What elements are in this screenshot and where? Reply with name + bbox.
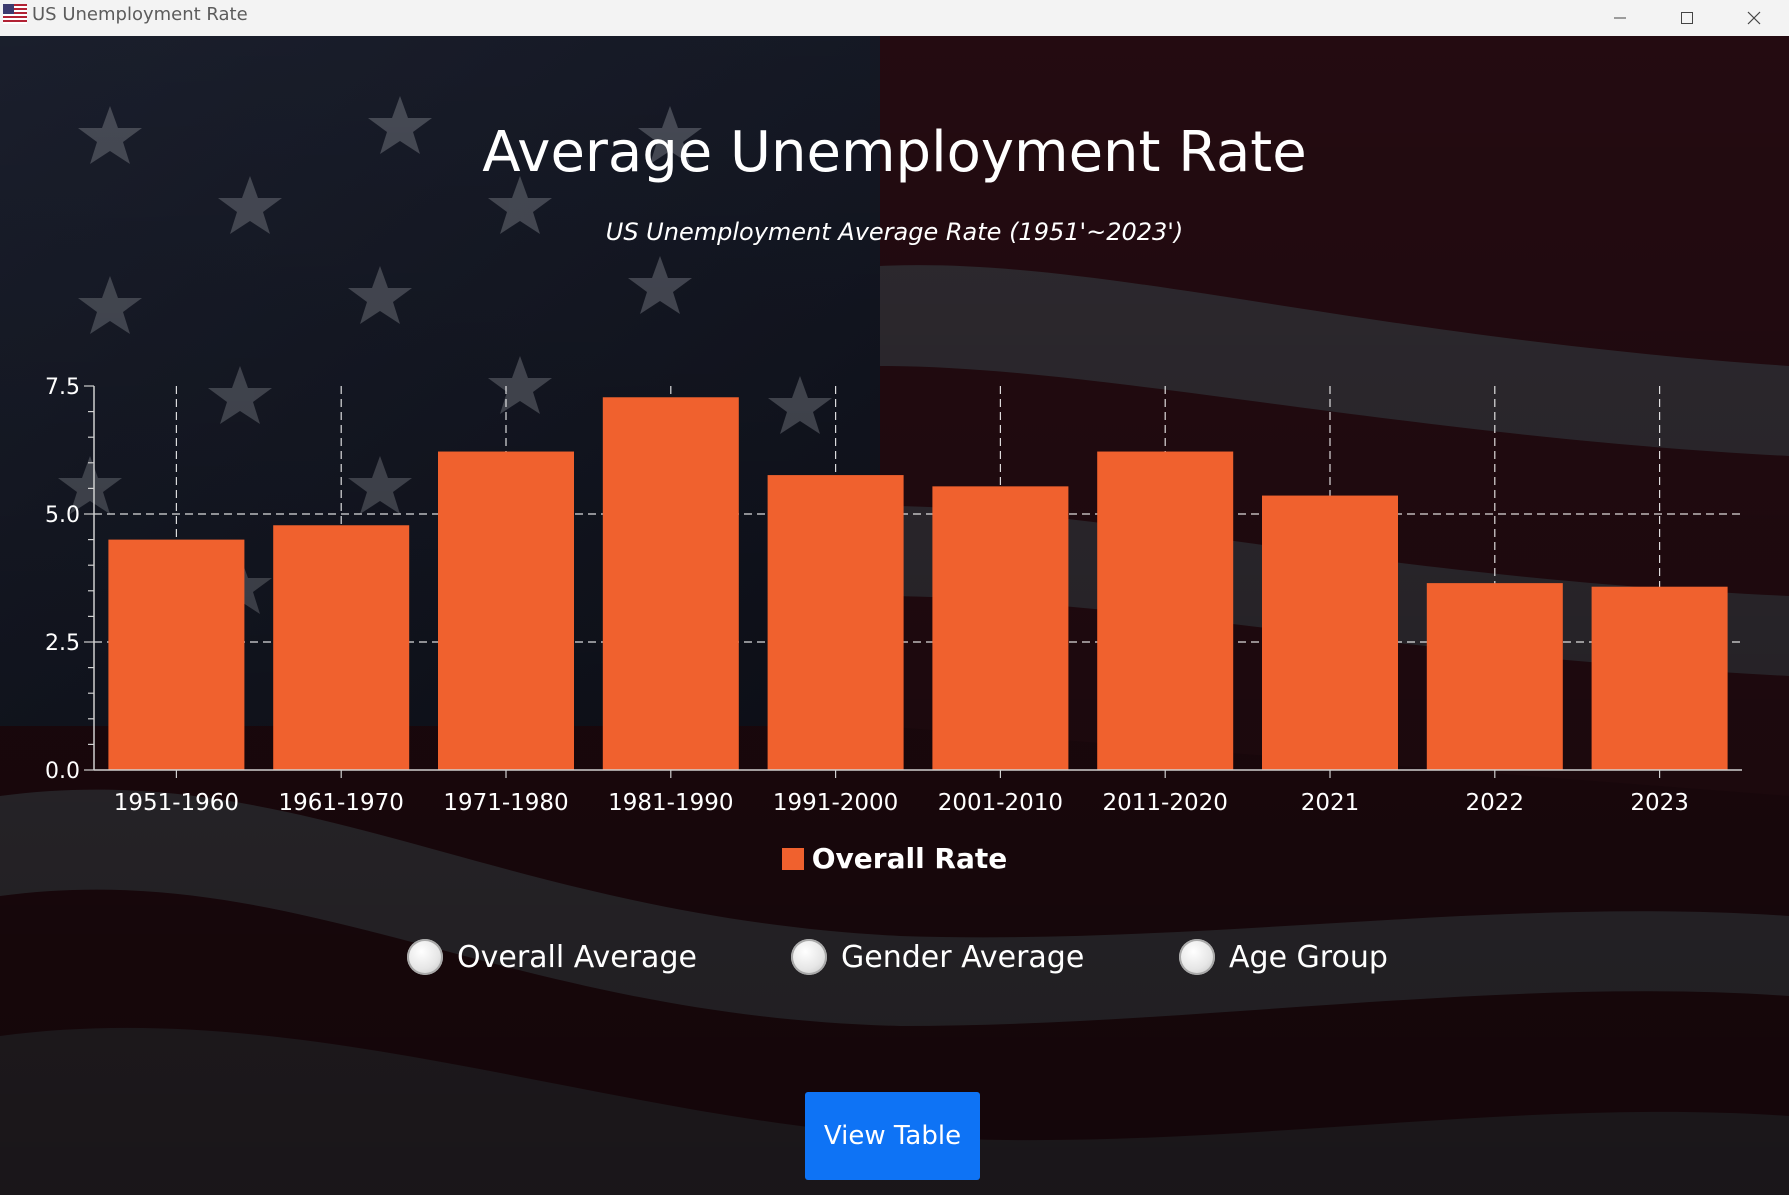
x-tick-label: 1991-2000: [773, 790, 898, 816]
bar-1981-1990: [602, 397, 739, 770]
chart-title: Average Unemployment Rate: [482, 120, 1307, 185]
bar-1961-1970: [273, 525, 410, 770]
legend-swatch: [781, 847, 804, 870]
radio-overall-average[interactable]: Overall Average: [407, 939, 697, 975]
x-tick-label: 2001-2010: [938, 790, 1063, 816]
y-tick-label: 2.5: [45, 631, 80, 656]
chart-subtitle: US Unemployment Average Rate (1951'~2023…: [605, 218, 1184, 246]
minimize-button[interactable]: [1585, 0, 1655, 36]
maximize-icon: [1681, 12, 1693, 24]
main-content: Average Unemployment Rate US Unemploymen…: [0, 36, 1789, 1195]
radio-gender-average[interactable]: Gender Average: [791, 939, 1084, 975]
bar-2021: [1262, 495, 1398, 770]
y-tick-label: 0.0: [45, 759, 80, 784]
x-tick-label: 2023: [1630, 790, 1689, 816]
bar-2022: [1426, 583, 1563, 770]
radio-label: Age Group: [1229, 939, 1388, 975]
bar-chart: 0.0 2.5 5.0 7.5 1951-1960 1961-1970 1971-1980 1…: [45, 375, 1742, 816]
view-table-button[interactable]: View Table: [805, 1092, 980, 1180]
minimize-icon: [1614, 17, 1626, 19]
x-tick-label: 2011-2020: [1103, 790, 1228, 816]
us-flag-icon: [3, 4, 27, 24]
x-tick-label: 1951-1960: [114, 790, 239, 816]
view-mode-radio-group: Overall Average Gender Average Age Group: [0, 939, 1789, 999]
radio-label: Overall Average: [457, 939, 697, 975]
bar-1951-1960: [108, 539, 245, 770]
maximize-button[interactable]: [1652, 0, 1722, 36]
legend-label: Overall Rate: [811, 842, 1008, 875]
bar-2023: [1591, 586, 1728, 770]
x-tick-label: 2022: [1466, 790, 1525, 816]
radio-button-circle[interactable]: [1179, 939, 1215, 975]
y-tick-label: 5.0: [45, 503, 80, 528]
radio-button-circle[interactable]: [791, 939, 827, 975]
x-tick-label: 1961-1970: [279, 790, 404, 816]
x-tick-label: 2021: [1301, 790, 1360, 816]
bar-2001-2010: [932, 486, 1069, 770]
window-title: US Unemployment Rate: [32, 4, 248, 25]
bar-1971-1980: [438, 451, 574, 770]
radio-button-circle[interactable]: [407, 939, 443, 975]
radio-age-group[interactable]: Age Group: [1179, 939, 1388, 975]
window-title-bar: US Unemployment Rate: [0, 0, 1789, 37]
x-tick-label: 1981-1990: [608, 790, 733, 816]
chart-legend: Overall Rate: [0, 842, 1789, 875]
close-icon: [1747, 11, 1761, 25]
bar-1991-2000: [767, 475, 904, 770]
x-tick-label: 1971-1980: [443, 790, 568, 816]
close-button[interactable]: [1719, 0, 1789, 36]
y-tick-label: 7.5: [45, 375, 80, 400]
bar-2011-2020: [1097, 451, 1234, 770]
radio-label: Gender Average: [841, 939, 1085, 975]
